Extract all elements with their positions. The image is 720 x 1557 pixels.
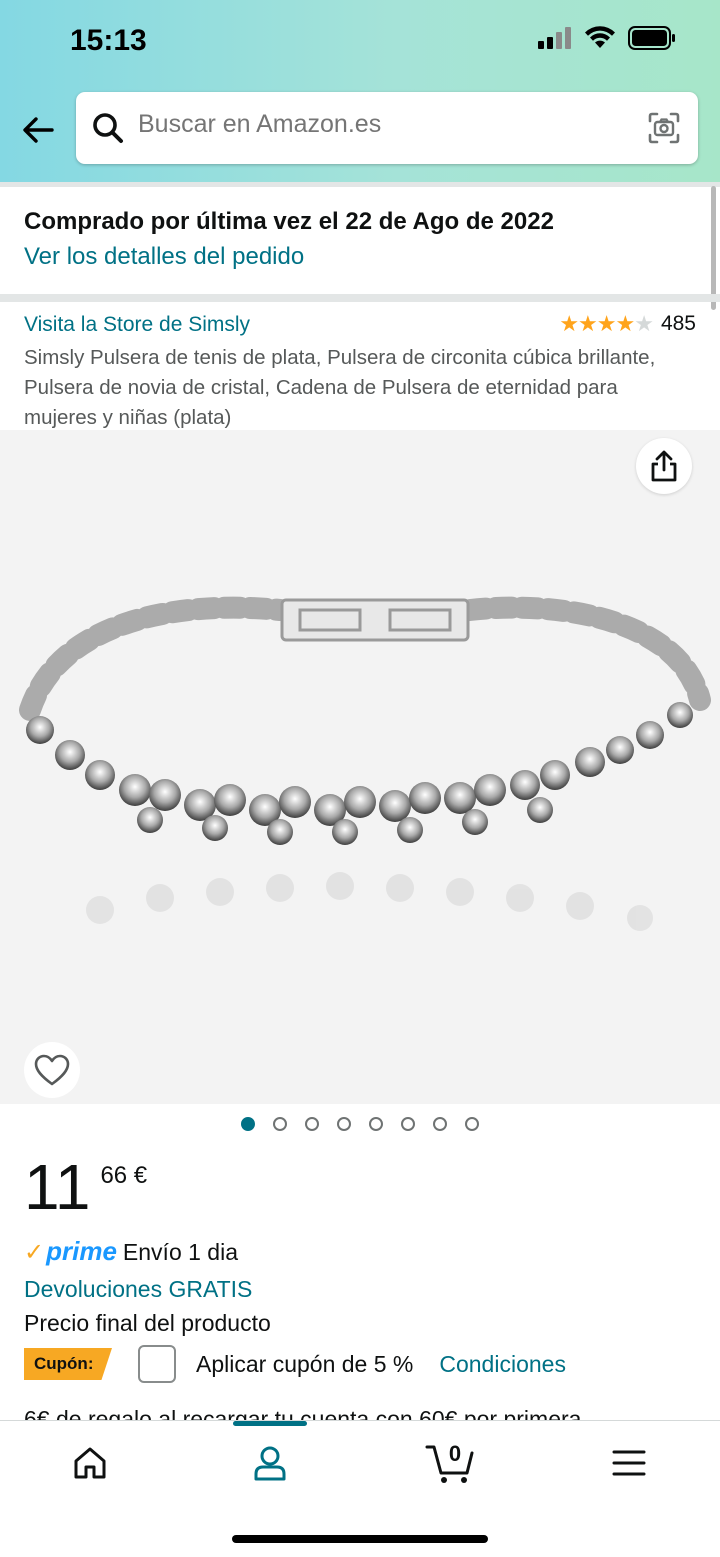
tab-account[interactable]: [245, 1441, 295, 1485]
back-arrow-icon[interactable]: [18, 110, 58, 150]
account-icon: [254, 1446, 286, 1481]
tab-home[interactable]: [65, 1441, 115, 1485]
carousel-dot[interactable]: [241, 1117, 255, 1131]
carousel-dot[interactable]: [369, 1117, 383, 1131]
bracelet-product-image: [19, 596, 711, 931]
carousel-dot[interactable]: [401, 1117, 415, 1131]
active-tab-indicator: [233, 1421, 307, 1426]
cellular-signal-icon: [538, 27, 571, 49]
cart-count: 0: [449, 1441, 461, 1466]
battery-icon: [628, 26, 675, 50]
carousel-dots: [241, 1117, 479, 1131]
share-icon: [651, 450, 677, 482]
rating-count: 485: [660, 312, 696, 335]
delivery-text: Envío 1 dia: [122, 1239, 239, 1265]
wifi-icon: [585, 26, 615, 48]
coupon-conditions-link[interactable]: Condiciones: [439, 1351, 566, 1378]
search-bar[interactable]: [76, 92, 698, 164]
free-returns-link[interactable]: Devoluciones GRATIS: [24, 1276, 252, 1303]
coupon-badge: Cupón:: [24, 1348, 112, 1380]
divider: [0, 294, 720, 302]
price-whole: 11: [24, 1151, 91, 1223]
status-time: 15:13: [70, 24, 147, 57]
final-price-text: Precio final del producto: [24, 1310, 271, 1336]
carousel-dot[interactable]: [305, 1117, 319, 1131]
rating-stars-icon: ★★★★★: [559, 311, 654, 336]
price: 11 66 €: [24, 1150, 147, 1224]
scrollbar[interactable]: [711, 186, 716, 310]
prime-logo: prime: [46, 1236, 117, 1266]
carousel-dot[interactable]: [273, 1117, 287, 1131]
heart-icon: [34, 1054, 70, 1086]
rating[interactable]: ★★★★★ 485: [559, 311, 696, 337]
menu-icon: [612, 1450, 646, 1476]
header: 15:13: [0, 0, 720, 182]
order-details-link[interactable]: Ver los detalles del pedido: [24, 243, 304, 271]
coupon-text: Aplicar cupón de 5 %: [196, 1350, 414, 1377]
product-title: Simsly Pulsera de tenis de plata, Pulser…: [24, 346, 656, 429]
prime-delivery: ✓ prime Envío 1 dia: [24, 1236, 238, 1267]
cart-icon: 0: [425, 1441, 474, 1483]
home-indicator: [232, 1535, 488, 1543]
divider: [0, 182, 720, 187]
share-button[interactable]: [636, 438, 692, 494]
carousel-dot[interactable]: [465, 1117, 479, 1131]
carousel-dot[interactable]: [337, 1117, 351, 1131]
coupon-row: Cupón: Aplicar cupón de 5 % Condiciones: [24, 1345, 566, 1383]
camera-search-icon[interactable]: [646, 110, 682, 146]
tab-cart[interactable]: 0: [424, 1441, 478, 1485]
prime-check-icon: ✓: [24, 1239, 45, 1266]
wishlist-button[interactable]: [24, 1042, 80, 1098]
store-link[interactable]: Visita la Store de Simsly: [24, 313, 250, 337]
tab-menu[interactable]: [604, 1441, 654, 1485]
product-image-carousel[interactable]: [0, 430, 720, 1104]
status-icons: [538, 26, 676, 50]
carousel-dot[interactable]: [433, 1117, 447, 1131]
coupon-checkbox[interactable]: [138, 1345, 176, 1383]
last-purchased-title: Comprado por última vez el 22 de Ago de …: [24, 208, 554, 235]
search-icon: [93, 113, 123, 143]
price-fraction: 66 €: [100, 1162, 148, 1189]
search-input[interactable]: [138, 110, 618, 139]
home-icon: [74, 1447, 106, 1479]
